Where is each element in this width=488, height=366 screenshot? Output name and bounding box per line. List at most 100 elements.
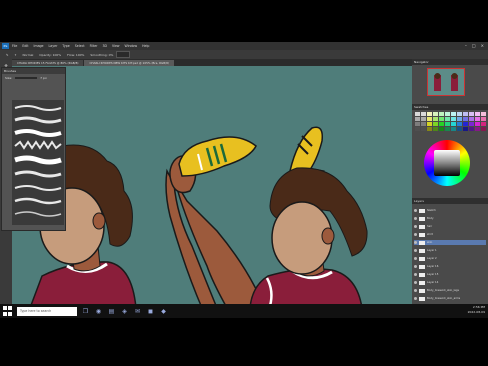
menu-edit[interactable]: Edit (22, 44, 28, 48)
color-wheel[interactable] (424, 140, 470, 186)
color-swatch[interactable] (439, 127, 444, 131)
file-explorer-icon[interactable]: ▤ (107, 307, 116, 316)
artwork-canvas[interactable] (12, 66, 412, 308)
menu-help[interactable]: Help (142, 44, 149, 48)
layer-row[interactable]: Layer 2 (414, 256, 486, 261)
menu-3d[interactable]: 3D (102, 44, 106, 48)
mail-icon[interactable]: ✉ (133, 307, 142, 316)
visibility-eye-icon[interactable] (414, 281, 417, 284)
opacity-field[interactable]: Opacity: 100% (39, 53, 61, 57)
layer-row[interactable]: Sketch (414, 208, 486, 213)
menu-window[interactable]: Window (125, 44, 138, 48)
layer-row[interactable]: Layer 14 (414, 280, 486, 285)
canvas-area[interactable] (12, 66, 412, 308)
layer-row[interactable]: Body_linework_skin_legs (414, 288, 486, 293)
color-swatch[interactable] (421, 117, 426, 121)
color-swatch[interactable] (475, 127, 480, 131)
color-swatch[interactable] (475, 117, 480, 121)
menu-file[interactable]: File (12, 44, 17, 48)
color-swatch[interactable] (475, 122, 480, 126)
swatch-grid[interactable] (415, 112, 486, 131)
menu-type[interactable]: Type (62, 44, 69, 48)
color-swatch[interactable] (433, 127, 438, 131)
color-swatch[interactable] (421, 122, 426, 126)
minimize-icon[interactable]: – (465, 43, 467, 48)
color-swatch[interactable] (457, 127, 462, 131)
color-swatch[interactable] (415, 127, 420, 131)
visibility-eye-icon[interactable] (414, 249, 417, 252)
taskbar-search-input[interactable]: Type here to search (17, 306, 77, 316)
layer-row[interactable]: shirt (414, 232, 486, 237)
color-swatch[interactable] (451, 112, 456, 116)
color-swatch[interactable] (469, 117, 474, 121)
windows-start-icon[interactable] (3, 306, 13, 316)
browser-icon[interactable]: ◉ (94, 307, 103, 316)
color-swatch[interactable] (439, 122, 444, 126)
color-swatch[interactable] (439, 112, 444, 116)
brush-strokes-preview[interactable] (12, 100, 64, 225)
color-swatch[interactable] (433, 122, 438, 126)
visibility-eye-icon[interactable] (414, 217, 417, 220)
visibility-eye-icon[interactable] (414, 257, 417, 260)
color-swatch[interactable] (457, 117, 462, 121)
color-swatch[interactable] (481, 122, 486, 126)
options-field-box[interactable] (116, 51, 131, 58)
menu-filter[interactable]: Filter (90, 44, 98, 48)
color-swatch[interactable] (451, 117, 456, 121)
smoothing-field[interactable]: Smoothing: 0% (90, 53, 113, 57)
layer-row[interactable]: Layer 16 (414, 264, 486, 269)
color-swatch[interactable] (445, 127, 450, 131)
navigator-thumbnail[interactable] (427, 68, 465, 96)
color-swatch[interactable] (427, 127, 432, 131)
color-swatch[interactable] (445, 112, 450, 116)
menu-select[interactable]: Select (75, 44, 85, 48)
layer-row[interactable]: Body_linework_skin_arms (414, 296, 486, 301)
layer-row[interactable]: Layer 15 (414, 272, 486, 277)
visibility-eye-icon[interactable] (414, 297, 417, 300)
color-swatch[interactable] (415, 112, 420, 116)
flow-field[interactable]: Flow: 100% (67, 53, 84, 57)
color-swatch[interactable] (469, 122, 474, 126)
color-swatch[interactable] (451, 127, 456, 131)
color-swatch[interactable] (427, 122, 432, 126)
layer-row[interactable]: skin (414, 240, 486, 245)
color-swatch[interactable] (463, 127, 468, 131)
color-swatch[interactable] (463, 117, 468, 121)
brush-tool-icon[interactable]: ✎ (6, 53, 9, 57)
color-swatch[interactable] (463, 122, 468, 126)
visibility-eye-icon[interactable] (414, 289, 417, 292)
color-swatch[interactable] (433, 117, 438, 121)
task-view-icon[interactable]: ❐ (81, 307, 90, 316)
maximize-icon[interactable]: □ (472, 43, 476, 48)
system-tray-clock[interactable]: 2:56 PM 2022-08-09 (468, 305, 485, 314)
visibility-eye-icon[interactable] (414, 273, 417, 276)
app-taskbar-icon[interactable]: ◆ (159, 307, 168, 316)
color-swatch[interactable] (457, 122, 462, 126)
color-swatch[interactable] (463, 112, 468, 116)
color-swatch[interactable] (481, 117, 486, 121)
color-swatch[interactable] (469, 112, 474, 116)
photoshop-taskbar-icon[interactable]: ◼ (146, 307, 155, 316)
close-icon[interactable]: × (481, 43, 484, 48)
layer-row[interactable]: hair (414, 224, 486, 229)
color-picker-square[interactable] (434, 150, 460, 176)
store-icon[interactable]: ◈ (120, 307, 129, 316)
layer-row[interactable]: Layer 1 (414, 248, 486, 253)
menu-layer[interactable]: Layer (49, 44, 58, 48)
layer-row[interactable]: Body (414, 216, 486, 221)
color-swatch[interactable] (457, 112, 462, 116)
color-swatch[interactable] (469, 127, 474, 131)
visibility-eye-icon[interactable] (414, 241, 417, 244)
color-swatch[interactable] (415, 117, 420, 121)
visibility-eye-icon[interactable] (414, 265, 417, 268)
color-swatch[interactable] (439, 117, 444, 121)
brush-size-value[interactable]: 7 (15, 53, 17, 57)
color-swatch[interactable] (481, 127, 486, 131)
color-swatch[interactable] (451, 122, 456, 126)
color-swatch[interactable] (481, 112, 486, 116)
brush-size-slider[interactable] (15, 77, 38, 79)
blend-mode-select[interactable]: Normal (22, 53, 33, 57)
color-swatch[interactable] (427, 117, 432, 121)
color-swatch[interactable] (445, 117, 450, 121)
menu-view[interactable]: View (112, 44, 120, 48)
